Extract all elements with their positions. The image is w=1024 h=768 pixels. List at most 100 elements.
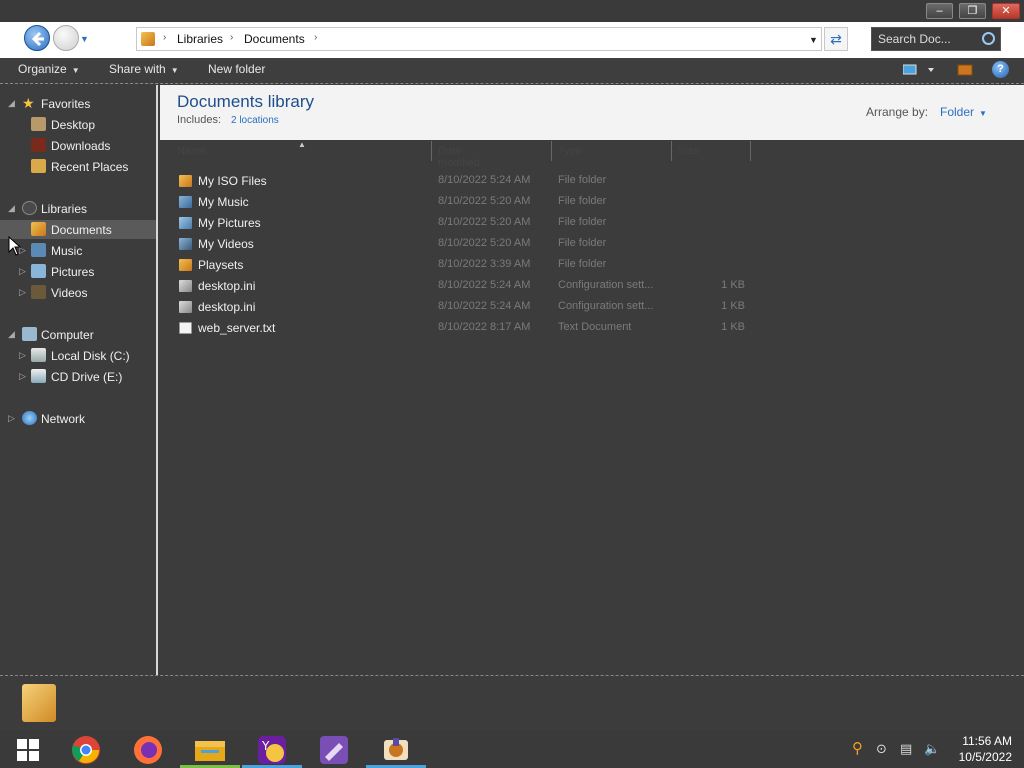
includes-label: Includes: bbox=[177, 114, 222, 126]
column-date-modified[interactable]: Date modified bbox=[438, 145, 480, 169]
arrange-by-label: Arrange by: bbox=[866, 105, 929, 119]
start-button[interactable] bbox=[0, 732, 60, 768]
restore-button[interactable]: ❐ bbox=[959, 3, 986, 19]
taskbar-file-explorer[interactable] bbox=[180, 732, 240, 768]
column-size[interactable]: Size bbox=[678, 145, 699, 157]
column-divider[interactable] bbox=[750, 141, 751, 161]
taskbar-firefox[interactable] bbox=[118, 732, 178, 768]
back-button[interactable] bbox=[24, 25, 50, 51]
column-divider[interactable] bbox=[431, 141, 432, 161]
nav-computer[interactable]: ◢ Computer bbox=[0, 325, 156, 344]
recent-places-icon bbox=[31, 159, 46, 173]
new-folder-button[interactable]: New folder bbox=[208, 62, 265, 76]
file-row[interactable]: My ISO Files 8/10/2022 5:24 AM File fold… bbox=[160, 171, 760, 192]
nav-desktop[interactable]: Desktop bbox=[0, 115, 156, 134]
nav-favorites[interactable]: ◢ ★ Favorites bbox=[0, 94, 156, 113]
nav-recent-places[interactable]: Recent Places bbox=[0, 157, 156, 176]
taskbar-app-installer[interactable] bbox=[366, 732, 426, 768]
config-file-icon bbox=[179, 301, 192, 313]
help-button[interactable]: ? bbox=[992, 61, 1009, 78]
column-type[interactable]: Type bbox=[558, 145, 582, 157]
installer-icon bbox=[384, 738, 408, 760]
file-row[interactable]: My Videos 8/10/2022 5:20 AM File folder bbox=[160, 234, 760, 255]
notification-tray-icon[interactable]: ⊙ bbox=[876, 741, 887, 757]
file-row[interactable]: My Pictures 8/10/2022 5:20 AM File folde… bbox=[160, 213, 760, 234]
address-bar[interactable]: › Libraries › Documents › ▼ bbox=[136, 27, 822, 51]
expand-arrow-icon[interactable]: ▷ bbox=[8, 413, 15, 424]
nav-music[interactable]: ▷ Music bbox=[0, 241, 156, 260]
breadcrumb-libraries[interactable]: Libraries bbox=[177, 32, 223, 46]
file-date: 8/10/2022 5:24 AM bbox=[438, 174, 531, 186]
volume-icon[interactable]: 🔈 bbox=[924, 741, 940, 757]
file-row[interactable]: desktop.ini 8/10/2022 5:24 AM Configurat… bbox=[160, 276, 760, 297]
search-tray-icon[interactable]: ⚲ bbox=[852, 739, 863, 757]
expand-arrow-icon[interactable]: ◢ bbox=[8, 329, 15, 340]
file-type: File folder bbox=[558, 216, 607, 228]
nav-network[interactable]: ▷ Network bbox=[0, 409, 156, 428]
taskbar-yahoo-messenger[interactable]: Y bbox=[242, 732, 302, 768]
column-name[interactable]: Name bbox=[177, 145, 206, 157]
file-type: Configuration sett... bbox=[558, 279, 654, 291]
file-name: web_server.txt bbox=[198, 321, 276, 335]
minimize-button[interactable]: – bbox=[926, 3, 953, 19]
expand-arrow-icon[interactable]: ▷ bbox=[19, 266, 26, 277]
downloads-icon bbox=[31, 138, 46, 152]
arrange-by-dropdown[interactable]: Folder ▼ bbox=[940, 105, 987, 119]
system-clock[interactable]: 11:56 AM 10/5/2022 bbox=[944, 733, 1012, 765]
preview-pane-icon bbox=[957, 64, 973, 76]
expand-arrow-icon[interactable]: ▷ bbox=[19, 371, 26, 382]
file-name: My Videos bbox=[198, 237, 254, 251]
column-divider[interactable] bbox=[671, 141, 672, 161]
navigation-pane: ◢ ★ Favorites Desktop Downloads Recent P… bbox=[0, 85, 158, 675]
file-row[interactable]: desktop.ini 8/10/2022 5:24 AM Configurat… bbox=[160, 297, 760, 318]
search-input[interactable]: Search Doc... bbox=[871, 27, 1001, 51]
chrome-icon bbox=[72, 736, 100, 764]
taskbar-visual-studio[interactable] bbox=[304, 732, 364, 768]
file-date: 8/10/2022 3:39 AM bbox=[438, 258, 531, 270]
file-type: File folder bbox=[558, 174, 607, 186]
view-options-button[interactable] bbox=[902, 62, 939, 81]
breadcrumb-documents[interactable]: Documents bbox=[244, 32, 305, 46]
nav-local-disk[interactable]: ▷ Local Disk (C:) bbox=[0, 346, 156, 365]
network-tray-icon[interactable]: ▤ bbox=[900, 741, 912, 757]
chevron-right-icon[interactable]: › bbox=[314, 32, 317, 43]
file-name: My Music bbox=[198, 195, 249, 209]
recent-pages-dropdown[interactable]: ▼ bbox=[80, 34, 89, 44]
search-icon[interactable] bbox=[982, 32, 995, 45]
nav-libraries[interactable]: ◢ Libraries bbox=[0, 199, 156, 218]
videos-folder-icon bbox=[179, 238, 192, 250]
taskbar-chrome[interactable] bbox=[56, 732, 116, 768]
organize-button[interactable]: Organize ▼ bbox=[18, 62, 80, 76]
includes-locations-link[interactable]: 2 locations bbox=[231, 115, 279, 126]
file-date: 8/10/2022 5:20 AM bbox=[438, 237, 531, 249]
expand-arrow-icon[interactable]: ◢ bbox=[8, 203, 15, 214]
address-dropdown-icon[interactable]: ▼ bbox=[809, 35, 818, 45]
library-header: Documents library Includes: 2 locations … bbox=[160, 85, 1024, 140]
file-row[interactable]: Playsets 8/10/2022 3:39 AM File folder bbox=[160, 255, 760, 276]
file-date: 8/10/2022 5:24 AM bbox=[438, 279, 531, 291]
chevron-right-icon[interactable]: › bbox=[230, 32, 233, 43]
nav-pictures[interactable]: ▷ Pictures bbox=[0, 262, 156, 281]
file-type: Text Document bbox=[558, 321, 632, 333]
nav-pictures-label: Pictures bbox=[51, 265, 95, 279]
forward-button[interactable] bbox=[53, 25, 79, 51]
file-date: 8/10/2022 5:20 AM bbox=[438, 216, 531, 228]
nav-desktop-label: Desktop bbox=[51, 118, 96, 132]
expand-arrow-icon[interactable]: ◢ bbox=[8, 98, 15, 109]
share-with-button[interactable]: Share with ▼ bbox=[109, 62, 179, 76]
file-row[interactable]: web_server.txt 8/10/2022 8:17 AM Text Do… bbox=[160, 318, 760, 339]
nav-documents[interactable]: Documents bbox=[0, 220, 156, 239]
refresh-button[interactable]: ⇄ bbox=[824, 27, 848, 51]
folder-icon bbox=[179, 259, 192, 271]
nav-cd-drive[interactable]: ▷ CD Drive (E:) bbox=[0, 367, 156, 386]
preview-pane-button[interactable] bbox=[957, 62, 973, 81]
nav-videos[interactable]: ▷ Videos bbox=[0, 283, 156, 302]
chevron-right-icon[interactable]: › bbox=[163, 32, 166, 43]
close-button[interactable]: ✕ bbox=[992, 3, 1020, 19]
expand-arrow-icon[interactable]: ▷ bbox=[19, 287, 26, 298]
nav-libraries-label: Libraries bbox=[41, 202, 88, 216]
file-row[interactable]: My Music 8/10/2022 5:20 AM File folder bbox=[160, 192, 760, 213]
nav-downloads[interactable]: Downloads bbox=[0, 136, 156, 155]
column-divider[interactable] bbox=[551, 141, 552, 161]
expand-arrow-icon[interactable]: ▷ bbox=[19, 350, 26, 361]
